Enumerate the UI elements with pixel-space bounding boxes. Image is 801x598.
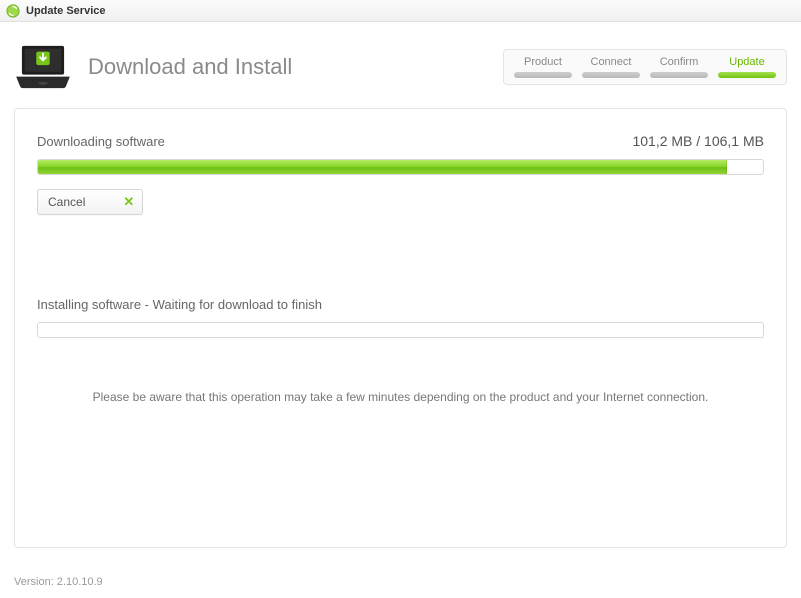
- install-label: Installing software - Waiting for downlo…: [37, 297, 764, 312]
- step-bar: [718, 72, 776, 78]
- cancel-label: Cancel: [48, 195, 85, 209]
- step-bar: [582, 72, 640, 78]
- download-header-row: Downloading software 101,2 MB / 106,1 MB: [37, 133, 764, 149]
- step-confirm: Confirm: [648, 56, 710, 78]
- titlebar-title: Update Service: [26, 5, 105, 17]
- download-size: 101,2 MB / 106,1 MB: [632, 133, 764, 149]
- step-label: Product: [524, 56, 562, 68]
- install-section: Installing software - Waiting for downlo…: [37, 297, 764, 338]
- install-progress: [37, 322, 764, 338]
- wizard-steps: Product Connect Confirm Update: [503, 49, 787, 85]
- step-update: Update: [716, 56, 778, 78]
- step-label: Update: [729, 56, 764, 68]
- step-label: Connect: [591, 56, 632, 68]
- main-panel: Downloading software 101,2 MB / 106,1 MB…: [14, 108, 787, 548]
- step-label: Confirm: [660, 56, 699, 68]
- version-label: Version: 2.10.10.9: [14, 576, 103, 588]
- step-product: Product: [512, 56, 574, 78]
- header: Download and Install Product Connect Con…: [0, 22, 801, 108]
- cancel-button[interactable]: Cancel ✕: [37, 189, 143, 215]
- titlebar: Update Service: [0, 0, 801, 22]
- download-progress-fill: [38, 160, 727, 174]
- app-icon: [6, 4, 20, 18]
- page-title: Download and Install: [88, 54, 487, 80]
- download-label: Downloading software: [37, 134, 165, 149]
- close-icon: ✕: [123, 194, 134, 210]
- download-progress: [37, 159, 764, 175]
- step-connect: Connect: [580, 56, 642, 78]
- step-bar: [514, 72, 572, 78]
- step-bar: [650, 72, 708, 78]
- laptop-download-icon: [14, 44, 72, 90]
- info-note: Please be aware that this operation may …: [37, 390, 764, 404]
